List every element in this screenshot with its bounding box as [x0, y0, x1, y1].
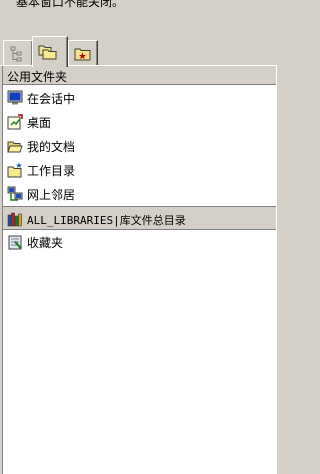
desktop-icon	[7, 114, 23, 130]
tab-tree-view[interactable]	[3, 40, 33, 65]
list-item-network-places[interactable]: 网上邻居	[3, 182, 276, 206]
list-item-my-documents[interactable]: 我的文档	[3, 134, 276, 158]
list-item-in-session[interactable]: 在会话中	[3, 86, 276, 110]
list-item-all-libraries[interactable]: ALL_LIBRARIES|库文件总目录	[3, 206, 276, 230]
top-message-text: 基本窗口不能关闭。	[16, 0, 125, 9]
list-item-desktop[interactable]: 桌面	[3, 110, 276, 134]
list-item-label: 我的文档	[27, 140, 76, 154]
list-item-favorites[interactable]: 收藏夹	[3, 230, 276, 254]
open-folder-icon	[7, 141, 23, 153]
list-item-label: 桌面	[27, 116, 52, 130]
work-folder-icon	[7, 162, 22, 178]
list-item-label: ALL_LIBRARIES|库文件总目录	[27, 214, 186, 227]
list-item-label: 收藏夹	[27, 236, 64, 250]
favorites-icon	[8, 235, 22, 250]
list-item-label: 在会话中	[27, 92, 76, 106]
panel-title: 公用文件夹	[7, 70, 68, 84]
list-item-label: 网上邻居	[27, 188, 76, 202]
tab-public-folders[interactable]	[32, 36, 68, 67]
tree-structure-icon	[10, 46, 22, 62]
folders-icon	[38, 45, 57, 60]
public-folders-panel: 公用文件夹 在会话中 桌面 我的文档 工作目录 网上邻居 ALL_LIBRARI…	[2, 66, 277, 474]
tab-favorites[interactable]	[68, 40, 98, 65]
monitor-icon	[7, 90, 23, 105]
list-item-work-directory[interactable]: 工作目录	[3, 158, 276, 182]
public-folders-window: 基本窗口不能关闭。 公用文件夹 在会话中 桌面 我的文档 工作目录 网上邻居 A…	[0, 0, 277, 474]
tab-bar	[0, 36, 277, 67]
panel-header: 公用文件夹	[3, 66, 276, 85]
library-icon	[7, 212, 22, 227]
network-icon	[7, 186, 23, 201]
list-item-label: 工作目录	[27, 164, 76, 178]
top-message-strip: 基本窗口不能关闭。	[0, 0, 277, 36]
star-folder-icon	[74, 48, 91, 61]
